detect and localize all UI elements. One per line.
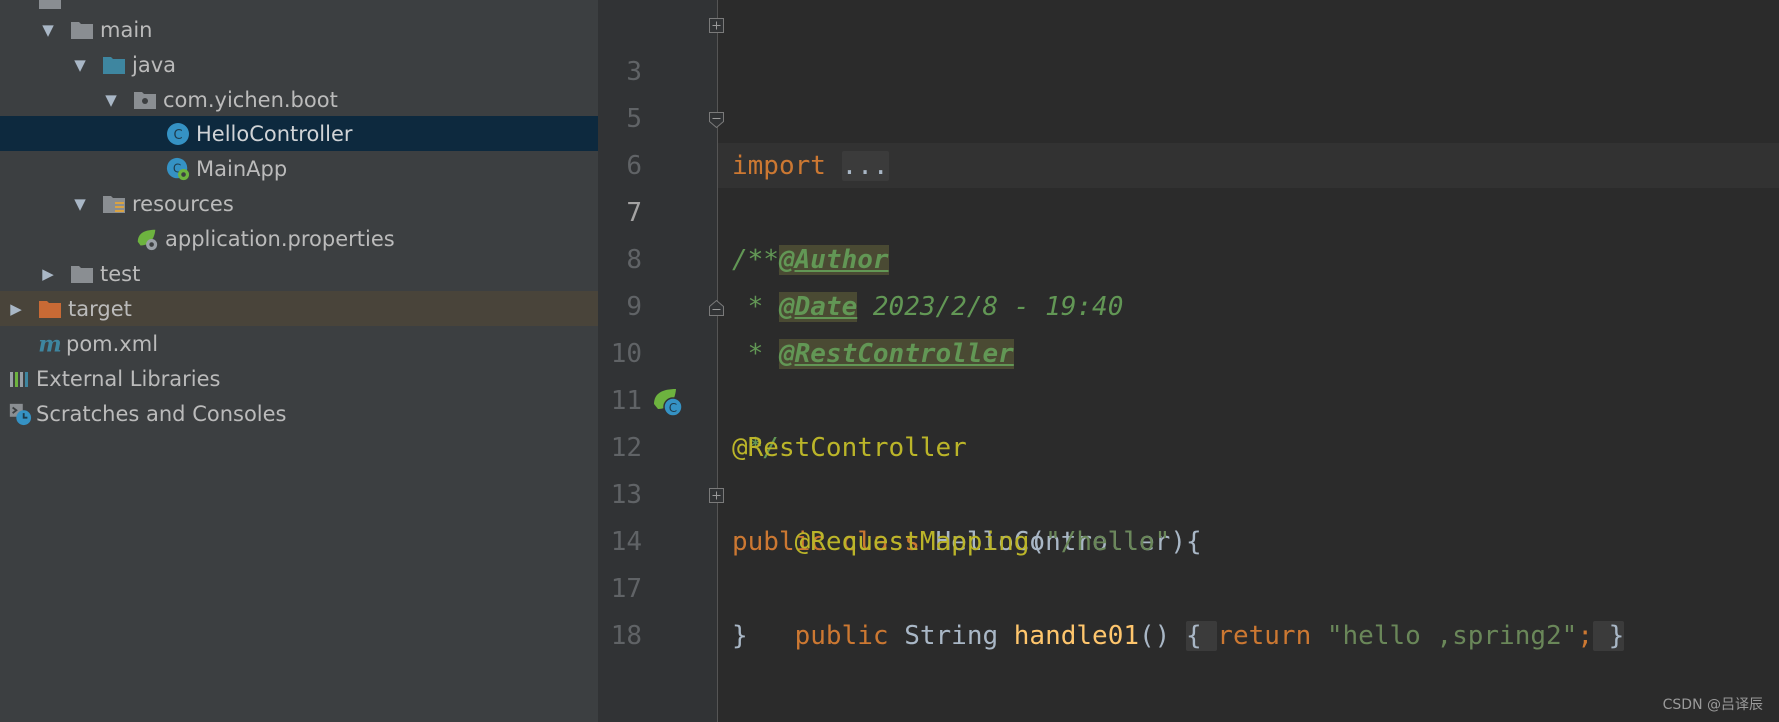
watermark: CSDN @吕译辰 xyxy=(1662,697,1763,713)
code-line-12: 12 C public class HelloController { xyxy=(0,378,1779,557)
code-line-11: 11 @RestController xyxy=(0,331,1779,463)
code-line-17: 17 } xyxy=(0,519,1779,651)
code-text[interactable]: public String handle01() { return "hello… xyxy=(732,613,1625,660)
code-line-7: 7 * @Author xyxy=(0,143,1779,275)
fold-expand-icon[interactable] xyxy=(708,486,726,506)
code-line-9: 9 * @RestController xyxy=(0,237,1779,369)
fold-expand-icon[interactable] xyxy=(708,16,726,36)
code-line-8: 8 * @Date 2023/2/8 - 19:40 xyxy=(0,190,1779,322)
code-line-14: 14 public String handle01() { return "he… xyxy=(0,472,1779,651)
code-text[interactable]: } xyxy=(732,613,748,660)
svg-text:C: C xyxy=(669,401,677,415)
line-number: 18 xyxy=(610,621,642,651)
code-line-18: 18 xyxy=(0,566,1779,651)
ide-window: ▼ main ▼ java ▼ com.yichen.boot C HelloC… xyxy=(0,0,1779,722)
code-line-6: 6 /** xyxy=(0,96,1779,275)
code-line-13: 13 @RequestMapping("/hello") xyxy=(0,425,1779,557)
code-line-3: 3 import ... xyxy=(0,2,1779,181)
code-line-5: 5 xyxy=(0,49,1779,134)
spring-bean-gutter-icon[interactable]: C xyxy=(652,386,684,418)
fold-end-icon[interactable] xyxy=(708,298,726,318)
fold-collapse-icon[interactable] xyxy=(708,110,726,130)
code-line-10: 10 */ xyxy=(0,284,1779,463)
